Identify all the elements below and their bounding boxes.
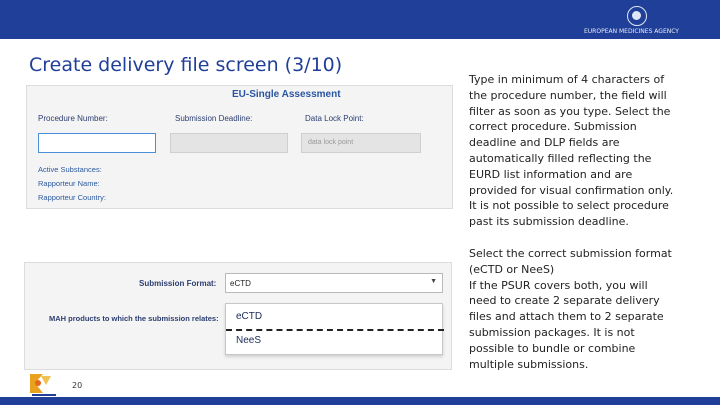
instruction-paragraph-2: Select the correct submission format (eC…	[469, 246, 685, 372]
chevron-down-icon[interactable]: ▼	[430, 278, 437, 285]
ema-logo-icon	[30, 374, 56, 396]
paragraph-line: past its submission deadline.	[469, 215, 629, 229]
mah-products-label: MAH products to which the submission rel…	[49, 314, 219, 323]
dashed-separator	[226, 329, 444, 331]
paragraph-line: submission packages. It is not	[469, 325, 635, 339]
paragraph-line: If the PSUR covers both, you will	[469, 278, 648, 292]
agency-name: EUROPEAN MEDICINES AGENCY	[584, 28, 679, 35]
submission-format-selected: eCTD	[230, 279, 251, 288]
page-number: 20	[72, 381, 83, 390]
paragraph-line: the procedure number, the field will	[469, 88, 667, 102]
data-lock-point-placeholder: data lock point	[308, 139, 354, 146]
paragraph-line: EURD list information and are	[469, 167, 633, 181]
paragraph-line: need to create 2 separate delivery	[469, 294, 660, 308]
paragraph-line: Select the correct submission format	[469, 247, 672, 260]
submission-format-menu: eCTD NeeS	[225, 303, 444, 355]
paragraph-line: It is not possible to select procedure	[469, 199, 669, 213]
option-nees[interactable]: NeeS	[236, 335, 261, 346]
paragraph-line: Type in minimum of 4 characters of	[469, 73, 665, 86]
submission-deadline-label: Submission Deadline:	[175, 114, 253, 123]
submission-format-select[interactable]: eCTD ▼	[225, 273, 443, 293]
paragraph-line: (eCTD or NeeS)	[469, 262, 555, 276]
header-bar: EUROPEAN MEDICINES AGENCY	[0, 0, 720, 39]
paragraph-line: multiple submissions.	[469, 357, 589, 371]
data-lock-point-field: data lock point	[301, 133, 421, 153]
submission-format-label: Submission Format:	[139, 279, 217, 288]
submission-deadline-field	[170, 133, 288, 153]
data-lock-point-label: Data Lock Point:	[305, 114, 364, 123]
option-ectd[interactable]: eCTD	[236, 311, 262, 322]
procedure-number-label: Procedure Number:	[38, 114, 108, 123]
paragraph-line: filter as soon as you type. Select the	[469, 104, 671, 118]
instruction-paragraph-1: Type in minimum of 4 characters of the p…	[469, 72, 685, 230]
procedure-number-input[interactable]	[38, 133, 156, 153]
paragraph-line: files and attach them to 2 separate	[469, 310, 664, 324]
active-substances-label: Active Substances:	[38, 165, 102, 174]
agency-logo-icon	[627, 6, 647, 26]
paragraph-line: provided for visual confirmation only.	[469, 183, 674, 197]
form-heading: EU-Single Assessment	[232, 89, 341, 100]
paragraph-line: possible to bundle or combine	[469, 341, 636, 355]
paragraph-line: correct procedure. Submission	[469, 120, 637, 134]
paragraph-line: deadline and DLP fields are	[469, 136, 620, 150]
slide-title: Create delivery file screen (3/10)	[29, 54, 343, 76]
paragraph-line: automatically filled reflecting the	[469, 151, 652, 165]
rapporteur-name-label: Rapporteur Name:	[38, 179, 100, 188]
procedure-form-screenshot: EU-Single Assessment Procedure Number: S…	[26, 85, 453, 209]
submission-format-screenshot: Submission Format: eCTD ▼ MAH products t…	[24, 262, 452, 370]
rapporteur-country-label: Rapporteur Country:	[38, 193, 106, 202]
footer-bar	[0, 397, 720, 405]
